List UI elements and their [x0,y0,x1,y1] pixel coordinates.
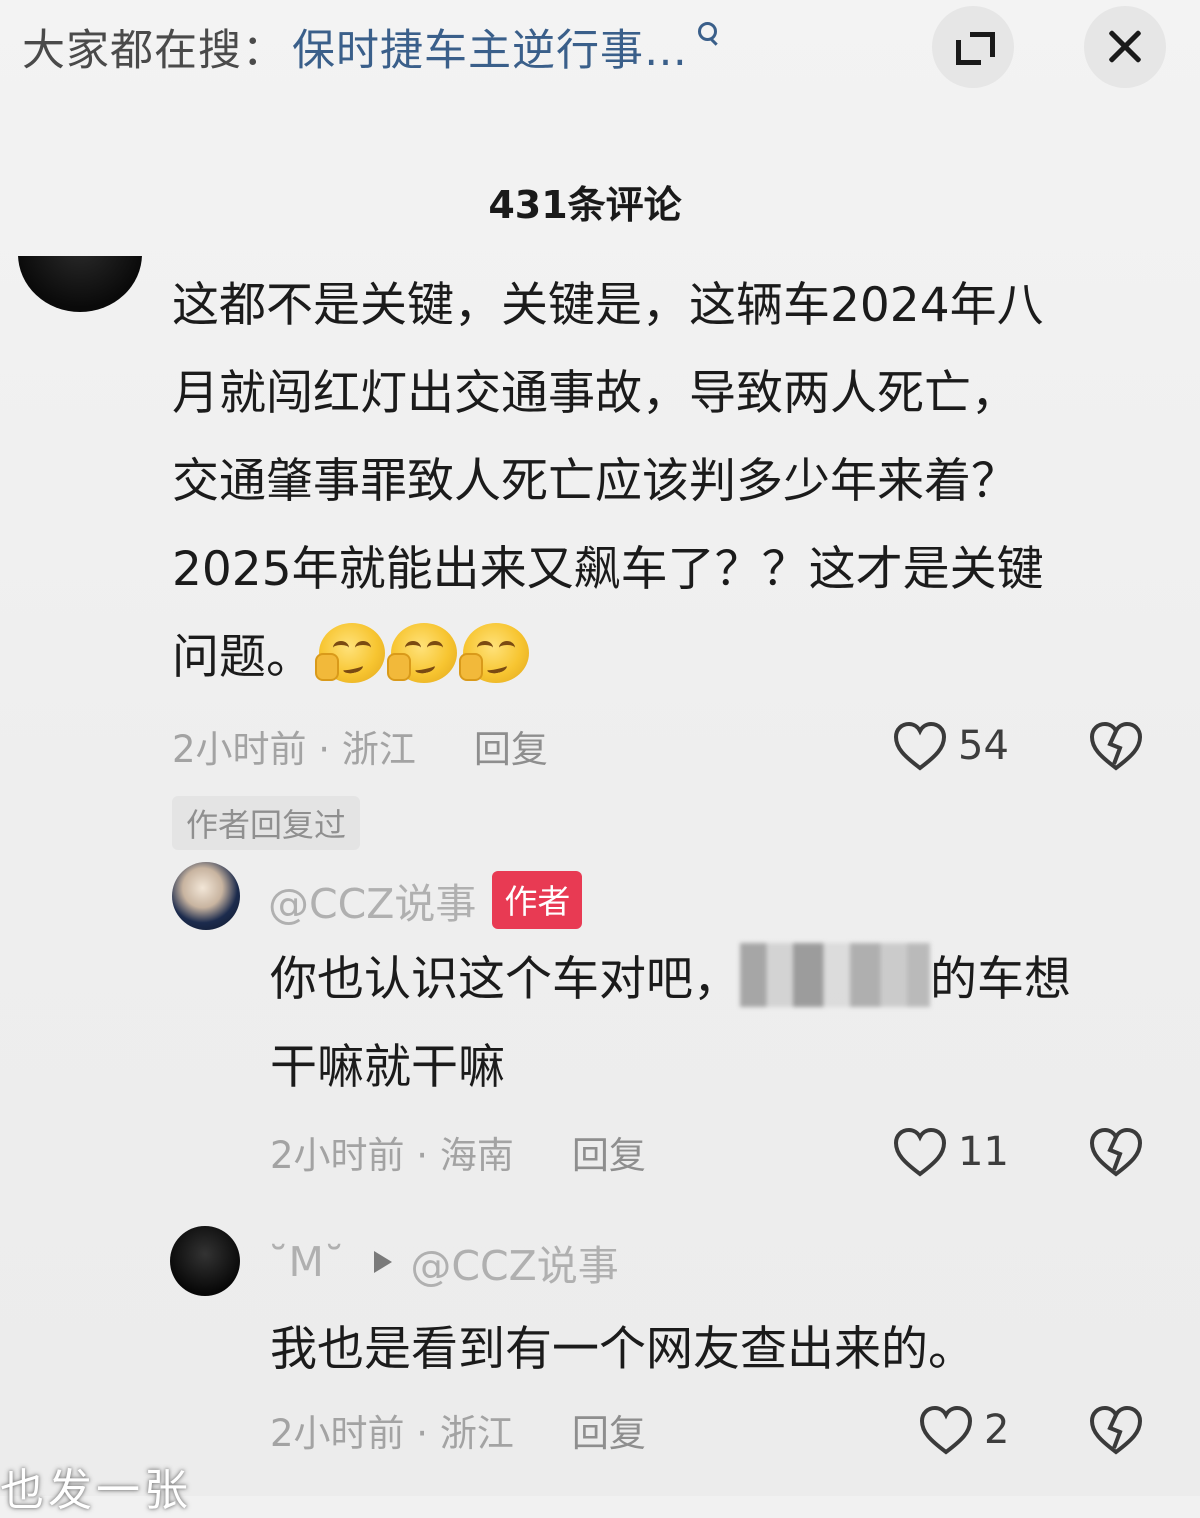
thinking-face-emoji-icon [315,623,385,683]
like-count: 11 [958,1129,1009,1175]
like-button[interactable]: 2 [918,1400,1009,1460]
search-icon[interactable] [692,20,720,60]
like-button[interactable]: 54 [892,716,1009,776]
close-button[interactable] [1084,6,1166,88]
author-badge: 作者 [492,871,583,929]
comment-line: 交通肇事罪致人死亡应该判多少年来着？ [172,454,1018,509]
like-count: 2 [984,1407,1010,1453]
reply-line: 你也认识这个车对吧， 的车想 [270,936,1160,1024]
hot-search-bar[interactable]: 大家都在搜： 保时捷车主逆行事… [22,14,720,80]
hot-search-prefix: 大家都在搜： [22,26,286,76]
comment-line: 月就闯红灯出交通事故，导致两人死亡， [172,366,1018,421]
author-replied-tag: 作者回复过 [172,796,361,850]
comment-line: 问题。 [172,614,1132,702]
reply-text: 我也是看到有一个网友查出来的。 [270,1306,1160,1394]
reply-meta: 2小时前 · 浙江 回复 [270,1400,646,1460]
comment-line-text: 问题。 [172,630,313,685]
avatar[interactable] [172,862,240,930]
comment-text: 这都不是关键，关键是，这辆车2024年八 月就闯红灯出交通事故，导致两人死亡， … [172,262,1132,702]
hot-search-query-link[interactable]: 保时捷车主逆行事… [292,16,688,78]
heart-icon [893,1127,947,1177]
reply-button[interactable]: 回复 [572,1125,646,1179]
time-location: 2小时前 · 浙江 [172,728,416,771]
dislike-broken-heart-icon[interactable] [1088,1126,1144,1178]
thinking-face-emoji-icon [459,623,529,683]
username-text: @CCZ说事 [268,880,477,928]
time-location: 2小时前 · 浙江 [270,1412,514,1455]
heart-icon [919,1405,973,1455]
reply-meta: 2小时前 · 海南 回复 [270,1122,646,1182]
dislike-broken-heart-icon[interactable] [1088,720,1144,772]
reply-button[interactable]: 回复 [572,1403,646,1457]
reply-username[interactable]: ˘M˘ @CCZ说事 [268,1232,619,1292]
like-button[interactable]: 11 [892,1122,1009,1182]
mosaic-redaction [740,943,930,1007]
comment-count-title: 431条评论 [488,183,682,227]
comment-line: 这都不是关键，关键是，这辆车2024年八 [172,278,1044,333]
dislike-broken-heart-icon[interactable] [1088,1404,1144,1456]
reply-username[interactable]: @CCZ说事 作者 [268,870,583,930]
reply-text: 你也认识这个车对吧， 的车想 干嘛就干嘛 [270,936,1160,1112]
like-count: 54 [958,723,1009,769]
reply-line: 干嘛就干嘛 [270,1040,505,1095]
reply-button[interactable]: 回复 [474,719,548,773]
reply-text-after: 的车想 [930,952,1071,1007]
thinking-face-emoji-icon [387,623,457,683]
comment-meta: 2小时前 · 浙江 回复 [172,716,548,776]
expand-button[interactable] [932,6,1014,88]
reply-to-username[interactable]: @CCZ说事 [410,1232,618,1292]
reply-text-before: 你也认识这个车对吧， [270,952,740,1007]
reply-to-arrow-icon [374,1251,393,1273]
username-text: ˘M˘ [268,1238,345,1286]
time-location: 2小时前 · 海南 [270,1134,514,1177]
reply-line: 我也是看到有一个网友查出来的。 [270,1322,975,1377]
comments-screen: 大家都在搜： 保时捷车主逆行事… 431条评论 这都不是关键，关键是，这辆车20… [0,0,1200,1516]
comment-line: 2025年就能出来又飙车了？？这才是关键 [172,542,1044,597]
overlay-caption: 也发一张 [0,1465,192,1516]
heart-icon [893,721,947,771]
avatar[interactable] [170,1226,240,1296]
